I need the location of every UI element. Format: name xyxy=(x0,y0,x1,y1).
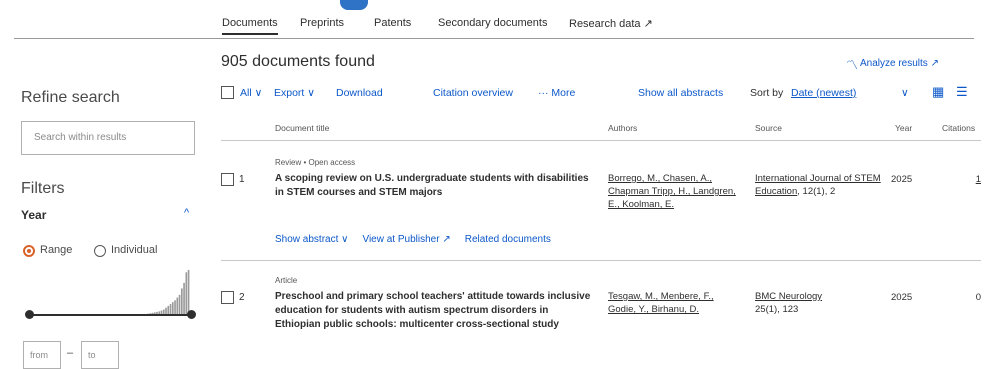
show-abstract-button[interactable]: Show abstract ∨ xyxy=(275,234,348,245)
export-dropdown[interactable]: Export ∨ xyxy=(274,87,315,99)
download-button[interactable]: Download xyxy=(336,87,383,99)
histogram-bar xyxy=(178,294,181,316)
histogram-bar xyxy=(187,270,190,316)
sort-by-label: Sort by xyxy=(750,87,784,99)
table-row: 2 Article Preschool and primary school t… xyxy=(221,270,981,369)
range-radio-label: Range xyxy=(40,244,73,256)
row-number: 2 xyxy=(239,292,245,303)
document-title-link[interactable]: Preschool and primary school teachers' a… xyxy=(275,290,593,332)
year-range-slider-min-handle[interactable] xyxy=(25,310,34,319)
select-all-checkbox[interactable] xyxy=(221,86,234,99)
tab-preprints[interactable]: Preprints xyxy=(300,17,344,29)
document-type-tabs: Documents Preprints Patents Secondary do… xyxy=(214,0,985,38)
column-header-title[interactable]: Document title xyxy=(275,123,329,133)
year-range-slider-max-handle[interactable] xyxy=(187,310,196,319)
year-to-input[interactable]: to xyxy=(81,341,119,369)
chevron-down-icon[interactable]: ∨ xyxy=(901,87,909,99)
source-link[interactable]: BMC Neurology xyxy=(755,291,822,302)
tab-secondary-documents[interactable]: Secondary documents xyxy=(438,17,547,29)
row-checkbox[interactable] xyxy=(221,173,234,186)
tab-patents[interactable]: Patents xyxy=(374,17,411,29)
column-header-year[interactable]: Year xyxy=(895,123,912,133)
list-view-icon[interactable]: ☰ xyxy=(956,84,968,100)
chevron-up-icon[interactable]: ^ xyxy=(184,207,189,219)
range-dash: – xyxy=(67,347,74,359)
results-table-header: Document title Authors Source Year Citat… xyxy=(221,117,981,141)
sort-select[interactable]: Date (newest) xyxy=(791,87,856,99)
table-row: 1 Review • Open access A scoping review … xyxy=(221,152,981,260)
source: International Journal of STEM Education,… xyxy=(755,172,885,198)
more-button[interactable]: ··· More xyxy=(538,87,575,99)
year-value: 2025 xyxy=(891,292,913,303)
column-header-authors[interactable]: Authors xyxy=(608,123,637,133)
tab-documents[interactable]: Documents xyxy=(222,17,278,35)
view-at-publisher-link[interactable]: View at Publisher ↗ xyxy=(362,234,450,245)
document-type: Article xyxy=(275,276,298,285)
source: BMC Neurology 25(1), 123 xyxy=(755,290,885,316)
document-title-link[interactable]: A scoping review on U.S. undergraduate s… xyxy=(275,172,593,200)
range-radio[interactable] xyxy=(23,245,35,257)
year-value: 2025 xyxy=(891,174,913,185)
individual-radio-label: Individual xyxy=(111,244,158,256)
tabs-divider xyxy=(14,38,974,39)
citations-count: 0 xyxy=(975,292,981,303)
histogram-bar xyxy=(185,272,188,316)
year-histogram xyxy=(30,270,190,316)
analyze-results-link[interactable]: Analyze results ↗ xyxy=(860,58,939,69)
grid-view-icon[interactable]: ▦ xyxy=(932,84,944,100)
result-count: 905 documents found xyxy=(221,53,375,70)
search-within-results-input[interactable]: Search within results xyxy=(21,121,195,155)
year-from-input[interactable]: from xyxy=(23,341,61,369)
row-actions: Show abstract ∨ View at Publisher ↗ Relate… xyxy=(275,234,565,245)
source-detail: , 12(1), 2 xyxy=(797,186,836,197)
row-number: 1 xyxy=(239,174,245,185)
show-all-abstracts-button[interactable]: Show all abstracts xyxy=(638,87,723,99)
source-detail: 25(1), 123 xyxy=(755,304,799,315)
authors-list[interactable]: Tesgaw, M., Menbere, F., Godie, Y., Birh… xyxy=(608,290,743,316)
citations-link[interactable]: 1 xyxy=(956,174,981,185)
refine-search-title: Refine search xyxy=(21,89,120,106)
individual-radio[interactable] xyxy=(94,245,106,257)
row-checkbox[interactable] xyxy=(221,291,234,304)
citation-overview-button[interactable]: Citation overview xyxy=(433,87,513,99)
new-badge xyxy=(340,0,368,10)
year-range-slider-track xyxy=(30,314,192,316)
year-filter-label: Year xyxy=(21,208,47,222)
filters-title: Filters xyxy=(21,180,65,197)
related-documents-link[interactable]: Related documents xyxy=(465,234,551,245)
authors-list[interactable]: Borrego, M., Chasen, A., Chapman Tripp, … xyxy=(608,172,743,211)
document-type: Review • Open access xyxy=(275,158,356,167)
column-header-citations[interactable]: Citations xyxy=(942,123,975,133)
histogram-bar xyxy=(180,288,183,316)
results-toolbar: All ∨ Export ∨ Download Citation overvie… xyxy=(221,84,981,104)
column-header-source[interactable]: Source xyxy=(755,123,782,133)
histogram-bar xyxy=(183,282,185,316)
select-all-dropdown[interactable]: All ∨ xyxy=(240,87,262,99)
tab-research-data[interactable]: Research data ↗ xyxy=(569,17,653,30)
analyze-chart-icon: 〽 xyxy=(846,58,859,72)
row-divider xyxy=(221,260,981,261)
